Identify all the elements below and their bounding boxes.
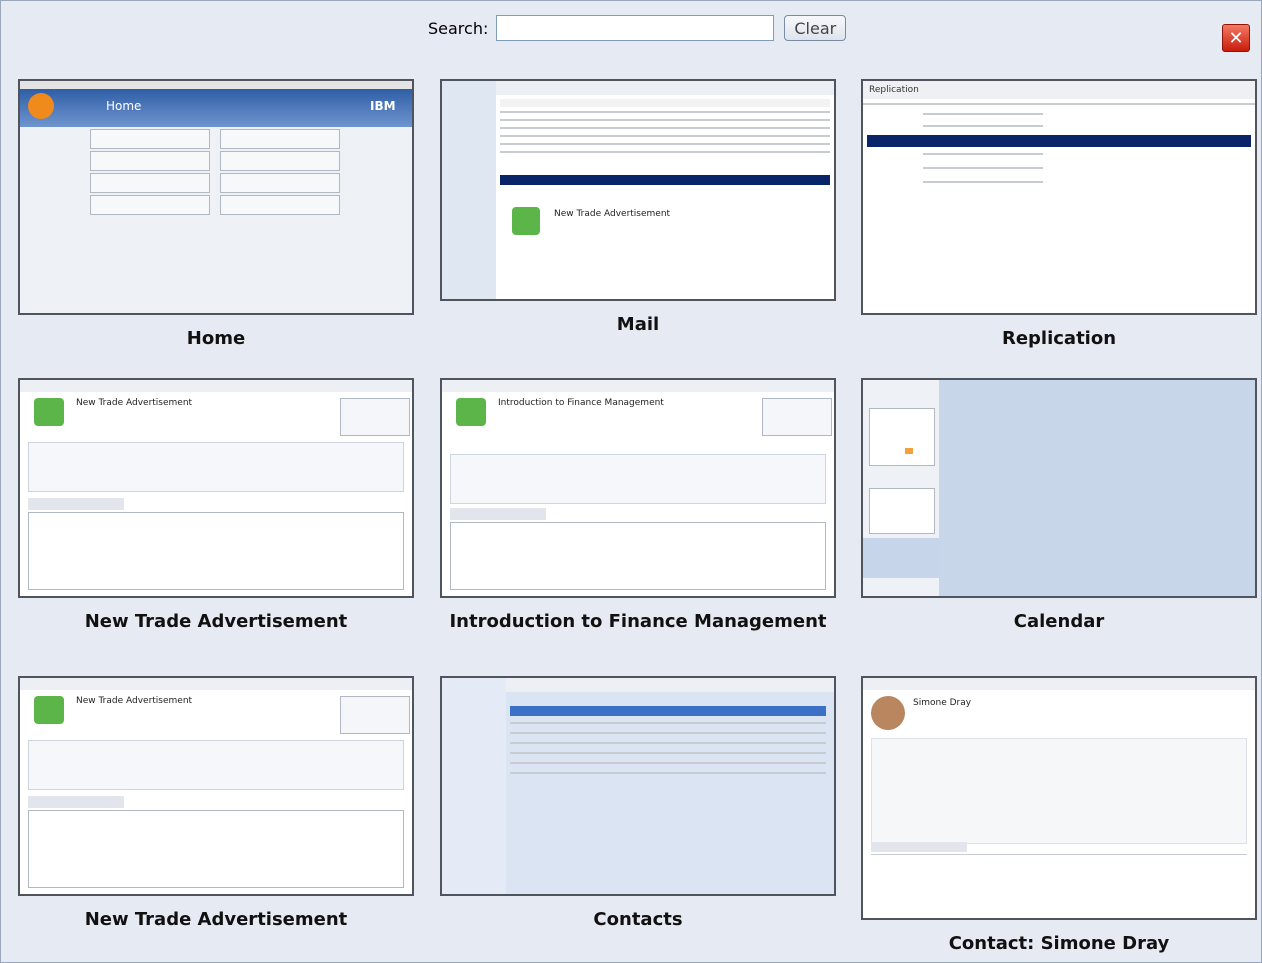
window-thumbnail[interactable] [861, 378, 1257, 598]
search-bar: Search: Clear [428, 14, 847, 42]
tile-caption: New Trade Advertisement [84, 909, 348, 930]
finance-heading: Introduction to Finance Management [498, 398, 664, 408]
window-thumbnail[interactable] [440, 676, 836, 896]
contact-name: Simone Dray [913, 698, 972, 708]
window-thumbnail[interactable]: New Trade Advertisement [440, 79, 836, 301]
window-thumbnail[interactable]: Simone Dray [861, 676, 1257, 920]
tile-caption: Contacts [593, 909, 683, 930]
search-input[interactable] [496, 15, 775, 41]
close-icon[interactable]: ✕ [1222, 24, 1250, 52]
window-thumbnail[interactable]: Introduction to Finance Management [440, 378, 836, 598]
tile-caption: Home [186, 328, 246, 349]
window-thumbnail[interactable]: New Trade Advertisement [18, 676, 414, 896]
trade-ad-heading: New Trade Advertisement [76, 696, 193, 706]
tile-caption: Mail [616, 314, 660, 335]
task-switcher-window: Search: Clear ✕ Home IBM Home New Trade … [0, 0, 1262, 963]
ibm-logo: IBM [370, 99, 396, 113]
window-thumbnail[interactable]: Home IBM [18, 79, 414, 315]
tile-caption: Calendar [1013, 611, 1105, 632]
mail-preview-subject: New Trade Advertisement [554, 209, 671, 219]
replication-heading: Replication [869, 85, 919, 95]
home-app-title: Home [106, 99, 142, 113]
tile-caption: New Trade Advertisement [84, 611, 348, 632]
tile-caption: Contact: Simone Dray [948, 933, 1170, 954]
window-thumbnail[interactable]: New Trade Advertisement [18, 378, 414, 598]
search-label: Search: [428, 18, 489, 38]
window-thumbnail[interactable]: Replication [861, 79, 1257, 315]
trade-ad-heading: New Trade Advertisement [76, 398, 193, 408]
tile-caption: Replication [1001, 328, 1117, 349]
tile-caption: Introduction to Finance Management [449, 611, 827, 632]
clear-button[interactable]: Clear [784, 15, 847, 41]
